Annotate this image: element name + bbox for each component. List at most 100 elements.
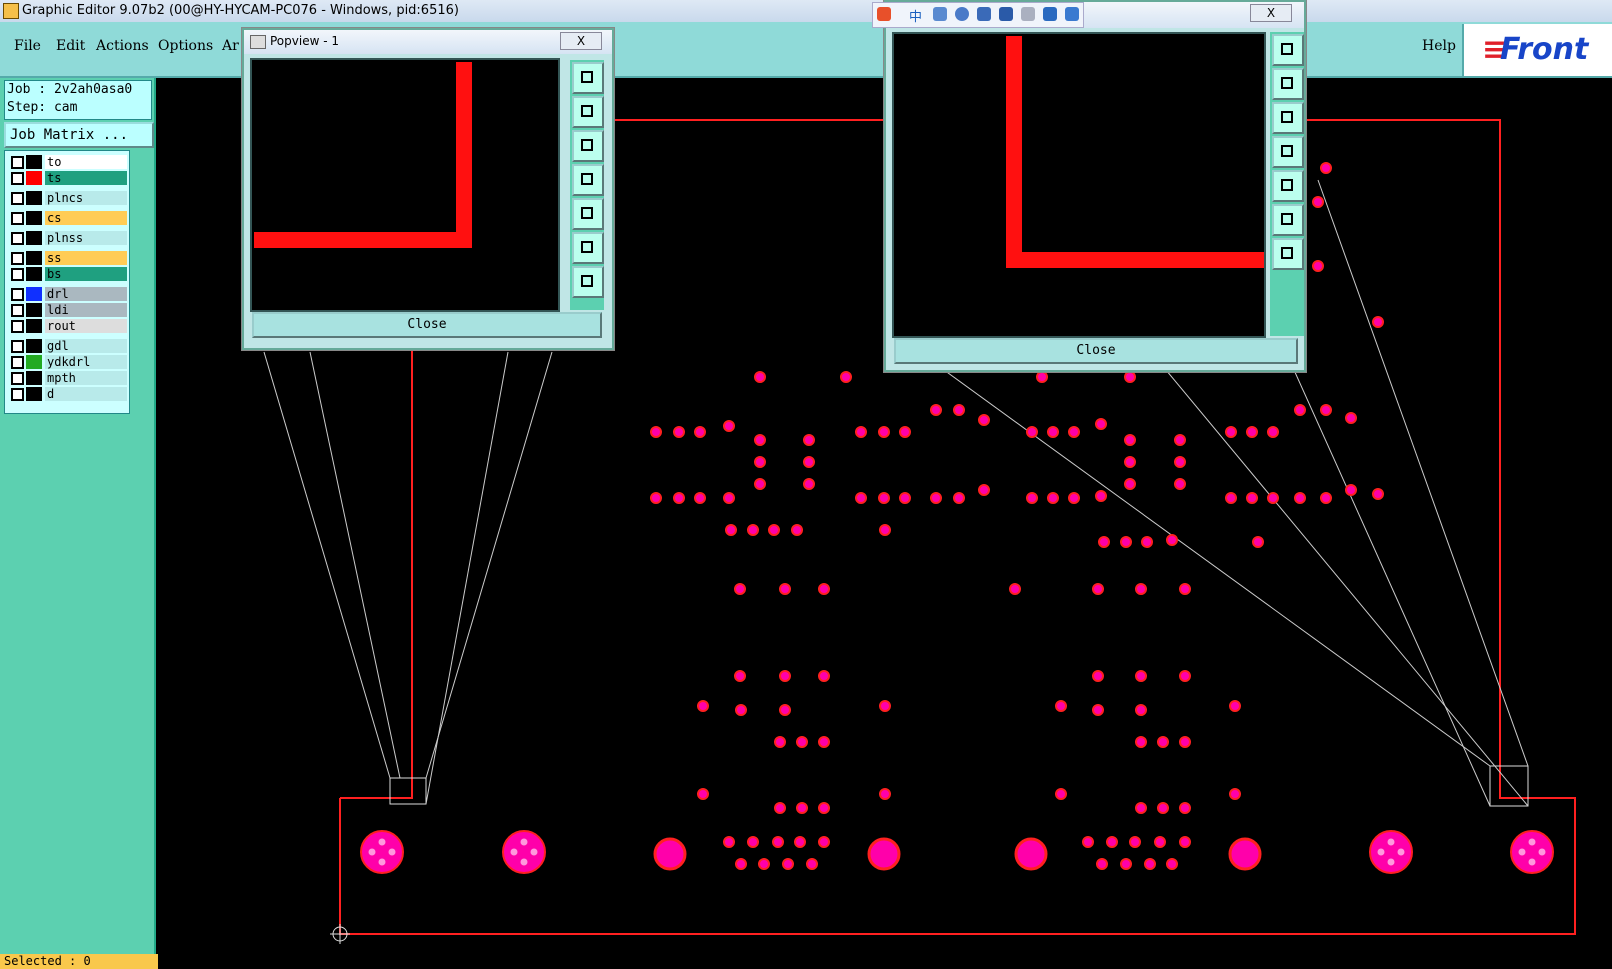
zoom-in-icon[interactable]: [572, 266, 604, 298]
popview-title: Popview - 1: [270, 34, 339, 48]
leader-line: [309, 351, 401, 779]
pad: [1135, 802, 1147, 814]
pad: [723, 492, 735, 504]
pad: [1135, 670, 1147, 682]
popview2-viewport[interactable]: [892, 32, 1266, 338]
pad: [878, 426, 890, 438]
pad: [840, 371, 852, 383]
pan-down-icon[interactable]: [572, 130, 604, 162]
pad: [899, 426, 911, 438]
pad: [735, 704, 747, 716]
pad: [1179, 583, 1191, 595]
pan-up-icon[interactable]: [572, 96, 604, 128]
tools-icon[interactable]: [1065, 7, 1079, 21]
ime-chinese-mode[interactable]: 中: [909, 6, 922, 25]
pad: [855, 492, 867, 504]
drill-dot: [368, 848, 376, 856]
fiducial-pad: [1228, 837, 1262, 871]
pad: [1055, 788, 1067, 800]
fiducial-pad: [653, 837, 687, 871]
pad: [978, 484, 990, 496]
pan-left-icon[interactable]: [572, 164, 604, 196]
pad: [818, 802, 830, 814]
pan-left-icon[interactable]: [1272, 136, 1304, 168]
drill-dot: [388, 848, 396, 856]
pad: [879, 524, 891, 536]
pad: [754, 434, 766, 446]
user-icon[interactable]: [1021, 7, 1035, 21]
pad: [1372, 316, 1384, 328]
pan-up-icon[interactable]: [1272, 68, 1304, 100]
zoom-out-icon[interactable]: [1272, 204, 1304, 236]
mounting-hole: [1510, 830, 1554, 874]
pad: [1174, 456, 1186, 468]
pan-right-icon[interactable]: [1272, 170, 1304, 202]
popview-viewport[interactable]: [250, 58, 560, 312]
zoom-fit-icon[interactable]: [572, 62, 604, 94]
pad: [818, 670, 830, 682]
punctuation-icon[interactable]: [933, 7, 947, 21]
popview2-close-button[interactable]: Close: [894, 338, 1298, 364]
leader-line: [943, 369, 1491, 767]
pad: [782, 858, 794, 870]
pad: [758, 858, 770, 870]
pad: [794, 836, 806, 848]
pad: [734, 670, 746, 682]
pad: [1124, 478, 1136, 490]
drill-dot: [1387, 858, 1395, 866]
pad: [1166, 534, 1178, 546]
zoom-region-box: [389, 777, 427, 805]
keyboard-icon[interactable]: [999, 7, 1013, 21]
sogou-icon[interactable]: [877, 7, 891, 21]
pad: [1225, 426, 1237, 438]
zoom-in-icon[interactable]: [1272, 238, 1304, 270]
leader-line: [1165, 369, 1529, 807]
pad: [1157, 802, 1169, 814]
microphone-icon[interactable]: [977, 7, 991, 21]
skin-icon[interactable]: [1043, 7, 1057, 21]
popview-window: Popview - 1 X Close: [242, 28, 614, 350]
pan-down-icon[interactable]: [1272, 102, 1304, 134]
pad: [723, 836, 735, 848]
pad: [1068, 492, 1080, 504]
pad: [1174, 434, 1186, 446]
pad: [1157, 736, 1169, 748]
pad: [779, 704, 791, 716]
pad: [754, 371, 766, 383]
pad: [725, 524, 737, 536]
pad: [747, 524, 759, 536]
pad: [779, 670, 791, 682]
emoji-icon[interactable]: [955, 7, 969, 21]
drill-dot: [1518, 848, 1526, 856]
popview-close-button[interactable]: Close: [252, 312, 602, 338]
popview-icon: [250, 35, 266, 49]
pad: [1179, 802, 1191, 814]
zoom-fit-icon[interactable]: [1272, 34, 1304, 66]
pad: [1124, 456, 1136, 468]
pad: [818, 736, 830, 748]
pad: [1047, 492, 1059, 504]
zoom-out-icon[interactable]: [572, 232, 604, 264]
pad: [1154, 836, 1166, 848]
drill-dot: [1528, 858, 1536, 866]
pad: [1124, 371, 1136, 383]
pad: [747, 836, 759, 848]
popview-x-button[interactable]: X: [560, 32, 602, 50]
pad: [1082, 836, 1094, 848]
pad: [818, 583, 830, 595]
pad: [803, 478, 815, 490]
pad: [953, 404, 965, 416]
drill-dot: [1377, 848, 1385, 856]
pad: [1345, 412, 1357, 424]
pad: [774, 736, 786, 748]
pan-right-icon[interactable]: [572, 198, 604, 230]
pad: [1095, 490, 1107, 502]
leader-line: [425, 351, 553, 779]
popview2-x-button[interactable]: X: [1250, 4, 1292, 22]
pad: [1098, 536, 1110, 548]
pad: [930, 404, 942, 416]
pad: [1036, 371, 1048, 383]
pad: [796, 736, 808, 748]
pad: [855, 426, 867, 438]
pad: [694, 426, 706, 438]
